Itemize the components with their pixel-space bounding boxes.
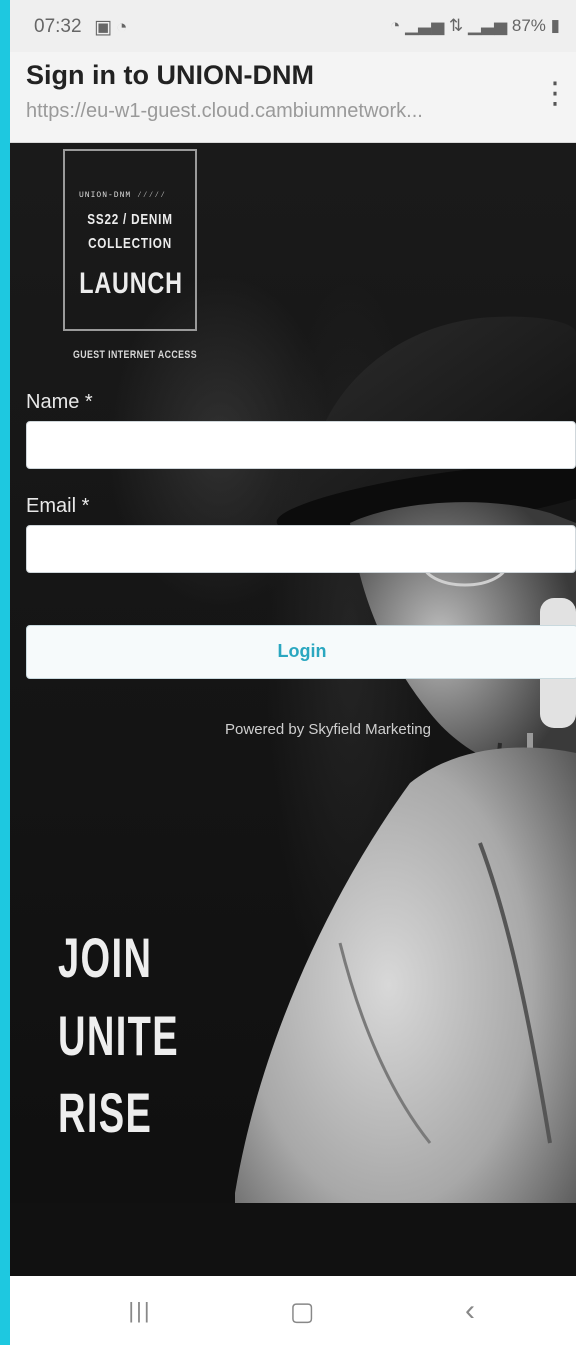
home-icon[interactable]: ▢	[272, 1294, 332, 1328]
email-field[interactable]	[26, 525, 576, 573]
status-bar: 07:32 ▣◔ ◔ ▁▃▅ ⇅ ▁▃▅ 87% ▮	[10, 0, 576, 52]
more-vert-icon[interactable]: ⋮	[540, 74, 570, 114]
slogan-line-3: RISE	[58, 1081, 153, 1144]
signal-icon-2: ▁▃▅	[467, 16, 508, 35]
logo-line-1: SS22 / DENIM	[87, 211, 173, 228]
wifi-icon: ◔	[115, 17, 132, 38]
wifi-call-icon: ◔	[389, 16, 401, 35]
lte-icon: ⇅	[448, 16, 464, 35]
logo-line-2: COLLECTION	[88, 235, 172, 252]
email-label: Email *	[26, 495, 90, 517]
gallery-icon: ▣	[94, 17, 116, 38]
logo-brand-line: UNION-DNM ⁄⁄⁄⁄⁄	[79, 191, 167, 200]
slogan-line-2: UNITE	[58, 1004, 180, 1067]
powered-by-text: Powered by Skyfield Marketing	[225, 721, 431, 738]
event-logo: UNION-DNM ⁄⁄⁄⁄⁄ SS22 / DENIM COLLECTION …	[63, 149, 197, 331]
page-title: Sign in to UNION-DNM	[26, 60, 314, 90]
portal-content: UNION-DNM ⁄⁄⁄⁄⁄ SS22 / DENIM COLLECTION …	[10, 143, 576, 1276]
back-icon[interactable]: ‹	[440, 1294, 500, 1328]
name-label: Name *	[26, 391, 93, 413]
system-icons: ◔ ▁▃▅ ⇅ ▁▃▅ 87% ▮	[390, 16, 560, 36]
logo-caption: GUEST INTERNET ACCESS	[73, 349, 197, 361]
phone-screen: 07:32 ▣◔ ◔ ▁▃▅ ⇅ ▁▃▅ 87% ▮ Sign in to UN…	[10, 0, 576, 1345]
login-button[interactable]: Login	[26, 625, 576, 679]
android-nav-bar: ||| ▢ ‹	[10, 1276, 576, 1345]
name-field[interactable]	[26, 421, 576, 469]
battery-percent: 87%	[511, 16, 546, 35]
clock: 07:32	[34, 16, 82, 37]
captive-portal-header: Sign in to UNION-DNM https://eu-w1-guest…	[10, 52, 576, 143]
page-url[interactable]: https://eu-w1-guest.cloud.cambiumnetwork…	[26, 100, 538, 123]
recent-apps-icon[interactable]: |||	[110, 1294, 170, 1328]
logo-line-3: LAUNCH	[79, 267, 183, 300]
slogan-line-1: JOIN	[58, 926, 153, 989]
battery-icon: ▮	[550, 16, 560, 35]
signal-icon: ▁▃▅	[404, 16, 445, 35]
notification-icons: ▣◔	[94, 16, 131, 39]
